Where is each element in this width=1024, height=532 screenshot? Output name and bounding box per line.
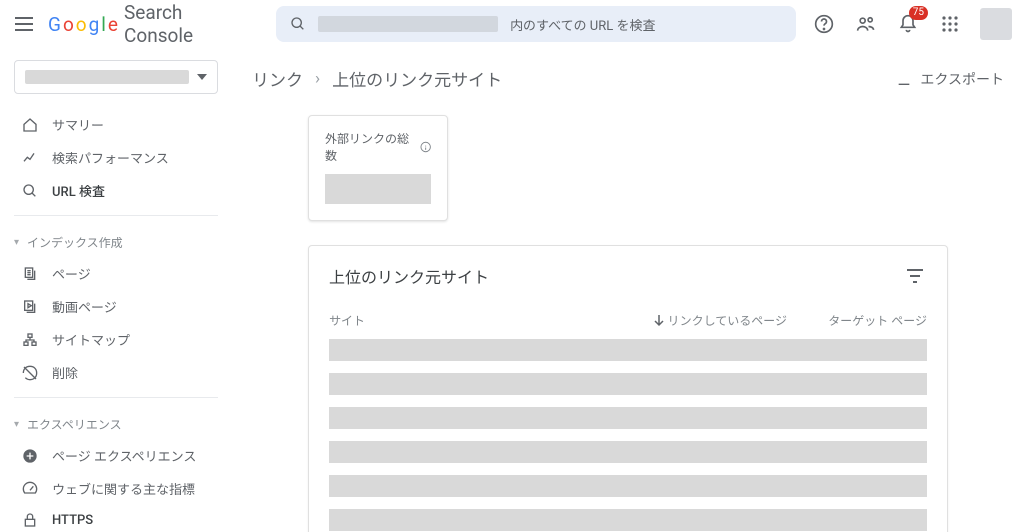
apps-grid-icon	[941, 15, 959, 33]
search-icon	[22, 183, 38, 199]
nav-label: 削除	[52, 363, 78, 382]
nav-item-speed[interactable]: ウェブに関する主な指標	[0, 472, 232, 505]
help-button[interactable]	[812, 12, 836, 36]
nav-item-search[interactable]: URL 検査	[0, 174, 232, 207]
filter-button[interactable]	[903, 264, 927, 288]
table-row[interactable]	[329, 339, 927, 361]
url-inspect-search[interactable]: 内のすべての URL を検査	[276, 6, 796, 42]
property-selector[interactable]	[14, 60, 218, 94]
table-row[interactable]	[329, 475, 927, 497]
sidebar: サマリー検索パフォーマンス URL 検査 ▾インデックス作成 ページ動画ページサイ…	[0, 48, 232, 532]
apps-button[interactable]	[938, 12, 962, 36]
nav-label: URL 検査	[52, 181, 105, 200]
breadcrumb: リンク › 上位のリンク元サイト	[252, 66, 502, 91]
trend-icon	[22, 150, 38, 166]
nav-item-plus[interactable]: ページ エクスペリエンス	[0, 439, 232, 472]
video-icon	[22, 299, 38, 315]
top-linking-sites-card: 上位のリンク元サイト サイト リンクしているページ ターゲット ページ	[308, 245, 948, 532]
divider	[14, 215, 218, 216]
table-row[interactable]	[329, 441, 927, 463]
nav-item-pages[interactable]: ページ	[0, 257, 232, 290]
plus-icon	[22, 448, 38, 464]
table-row[interactable]	[329, 373, 927, 395]
nav-item-sitemap[interactable]: サイトマップ	[0, 323, 232, 356]
card-title: 上位のリンク元サイト	[329, 264, 489, 288]
caret-down-icon	[197, 74, 207, 80]
export-button[interactable]: エクスポート	[896, 69, 1004, 89]
product-logo: Google Search Console	[48, 1, 256, 47]
info-icon[interactable]	[420, 141, 431, 153]
speed-icon	[22, 481, 38, 497]
help-icon	[814, 14, 834, 34]
product-name: Search Console	[124, 1, 256, 47]
section-index[interactable]: ▾インデックス作成	[0, 224, 232, 257]
search-container: 内のすべての URL を検査	[276, 6, 796, 42]
nav-label: 検索パフォーマンス	[52, 148, 169, 167]
nav-item-video[interactable]: 動画ページ	[0, 290, 232, 323]
download-icon	[896, 71, 912, 87]
stat-label: 外部リンクの総数	[325, 130, 416, 164]
header-actions: 75	[812, 8, 1012, 40]
search-suffix-text: 内のすべての URL を検査	[510, 15, 655, 34]
nav-item-lock[interactable]: HTTPS	[0, 505, 232, 532]
stat-value-placeholder	[325, 174, 431, 204]
nav-item-remove[interactable]: 削除	[0, 356, 232, 389]
section-experience[interactable]: ▾エクスペリエンス	[0, 406, 232, 439]
table-row[interactable]	[329, 509, 927, 531]
col-target-pages[interactable]: ターゲット ページ	[787, 312, 927, 329]
page-header: リンク › 上位のリンク元サイト エクスポート	[252, 66, 1004, 91]
breadcrumb-root[interactable]: リンク	[252, 66, 303, 91]
pages-icon	[22, 266, 38, 282]
account-avatar[interactable]	[980, 8, 1012, 40]
lock-icon	[22, 512, 38, 528]
main-content: リンク › 上位のリンク元サイト エクスポート 外部リンクの総数 上位のリンク元…	[232, 48, 1024, 532]
app-header: Google Search Console 内のすべての URL を検査 75	[0, 0, 1024, 48]
nav-item-home[interactable]: サマリー	[0, 108, 232, 141]
external-links-total-card[interactable]: 外部リンクの総数	[308, 115, 448, 221]
remove-icon	[22, 365, 38, 381]
notifications-button[interactable]: 75	[896, 12, 920, 36]
nav-label: ページ	[52, 264, 91, 283]
col-linking-pages[interactable]: リンクしているページ	[627, 312, 787, 329]
divider	[14, 397, 218, 398]
breadcrumb-current: 上位のリンク元サイト	[332, 66, 502, 91]
table-row[interactable]	[329, 407, 927, 429]
home-icon	[22, 117, 38, 133]
chevron-right-icon: ›	[315, 69, 320, 89]
property-name-placeholder	[25, 70, 189, 84]
filter-icon	[906, 269, 924, 283]
menu-button[interactable]	[12, 12, 36, 36]
nav-item-trend[interactable]: 検索パフォーマンス	[0, 141, 232, 174]
nav-label: ページ エクスペリエンス	[52, 446, 196, 465]
nav-label: HTTPS	[52, 513, 93, 528]
nav-label: 動画ページ	[52, 297, 117, 316]
search-icon	[290, 16, 306, 32]
notification-badge: 75	[909, 6, 928, 20]
hamburger-icon	[15, 17, 33, 31]
sitemap-icon	[22, 332, 38, 348]
nav-label: ウェブに関する主な指標	[52, 479, 195, 498]
nav-label: サマリー	[52, 115, 104, 134]
search-property-placeholder	[318, 16, 498, 32]
accounts-button[interactable]	[854, 12, 878, 36]
people-icon	[856, 14, 876, 34]
nav-label: サイトマップ	[52, 330, 130, 349]
table-header-row: サイト リンクしているページ ターゲット ページ	[329, 306, 927, 339]
col-site[interactable]: サイト	[329, 312, 627, 329]
arrow-down-icon	[654, 315, 664, 327]
